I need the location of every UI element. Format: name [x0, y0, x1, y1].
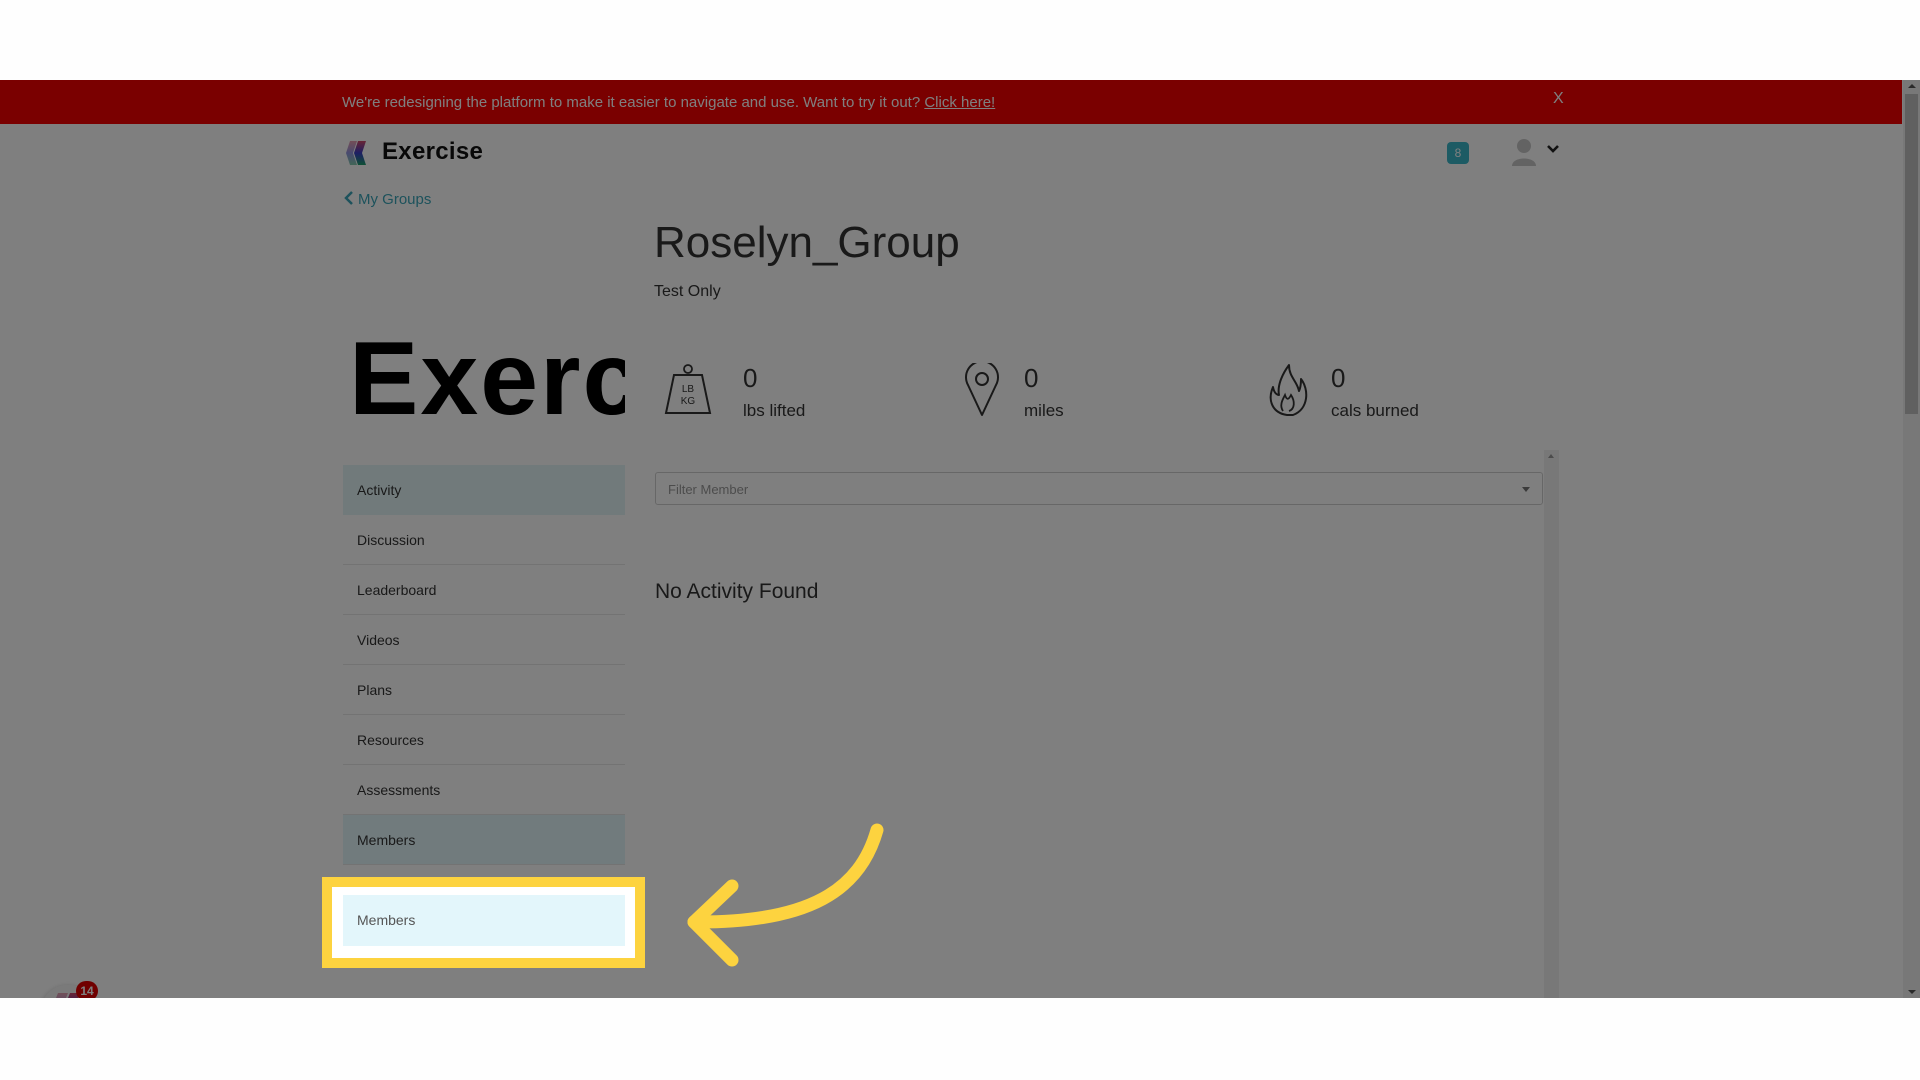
page-scrollbar[interactable] [1903, 80, 1920, 998]
stat-label: cals burned [1331, 401, 1419, 420]
scroll-up-icon[interactable] [1548, 454, 1554, 458]
svg-text:KG: KG [681, 396, 696, 407]
nav-item-leaderboard[interactable]: Leaderboard [343, 565, 625, 615]
group-side-nav: Activity Discussion Leaderboard Videos P… [343, 465, 625, 865]
filter-member-select[interactable]: Filter Member [655, 472, 1543, 505]
scroll-down-arrow-icon[interactable] [1908, 990, 1916, 994]
activity-scrollbar[interactable] [1544, 450, 1559, 998]
chevron-down-icon[interactable] [1546, 144, 1560, 154]
stat-value: 0 [1024, 363, 1039, 393]
back-to-my-groups-link[interactable]: My Groups [344, 191, 431, 208]
filter-placeholder: Filter Member [668, 482, 749, 497]
redesign-banner: We're redesigning the platform to make i… [0, 80, 1902, 124]
highlighted-members-item[interactable]: Members [343, 895, 625, 946]
nav-item-members[interactable]: Members [343, 815, 625, 865]
stat-label: miles [1024, 401, 1064, 420]
chat-unread-badge: 14 [76, 981, 98, 998]
chat-launcher-button[interactable]: 14 [40, 981, 98, 998]
brand-name[interactable]: Exercise [382, 138, 483, 166]
flame-icon [1269, 364, 1308, 416]
scroll-up-arrow-icon[interactable] [1908, 84, 1916, 88]
nav-item-discussion[interactable]: Discussion [343, 515, 625, 565]
banner-try-link[interactable]: Click here! [924, 94, 995, 111]
annotation-arrow-icon [687, 823, 884, 967]
group-image-text: Exerc [349, 321, 625, 437]
group-subtitle: Test Only [654, 283, 721, 300]
back-link-label: My Groups [358, 191, 432, 208]
chevron-left-icon [344, 191, 353, 205]
exercise-logo-icon[interactable] [346, 140, 372, 166]
svg-text:LB: LB [682, 384, 695, 395]
weight-icon: LB KG [664, 364, 712, 414]
annotation-highlight-box: Members [322, 877, 645, 968]
stat-value: 0 [743, 363, 758, 393]
dim-overlay [0, 80, 1920, 998]
nav-item-plans[interactable]: Plans [343, 665, 625, 715]
banner-close-button[interactable]: X [1553, 90, 1564, 108]
group-title: Roselyn_Group [654, 218, 960, 267]
nav-item-assessments[interactable]: Assessments [343, 765, 625, 815]
empty-state-message: No Activity Found [655, 580, 819, 603]
nav-item-resources[interactable]: Resources [343, 715, 625, 765]
stat-label: lbs lifted [743, 401, 806, 420]
nav-item-activity[interactable]: Activity [343, 465, 625, 515]
location-pin-icon [965, 363, 999, 416]
scrollbar-thumb[interactable] [1905, 94, 1918, 414]
stat-value: 0 [1331, 363, 1346, 393]
banner-text: We're redesigning the platform to make i… [342, 94, 921, 111]
nav-item-videos[interactable]: Videos [343, 615, 625, 665]
caret-down-icon [1522, 487, 1530, 492]
notification-badge[interactable]: 8 [1447, 142, 1469, 164]
browser-viewport: We're redesigning the platform to make i… [0, 80, 1920, 998]
user-avatar-icon[interactable] [1512, 138, 1536, 166]
banner-message: We're redesigning the platform to make i… [342, 94, 995, 111]
